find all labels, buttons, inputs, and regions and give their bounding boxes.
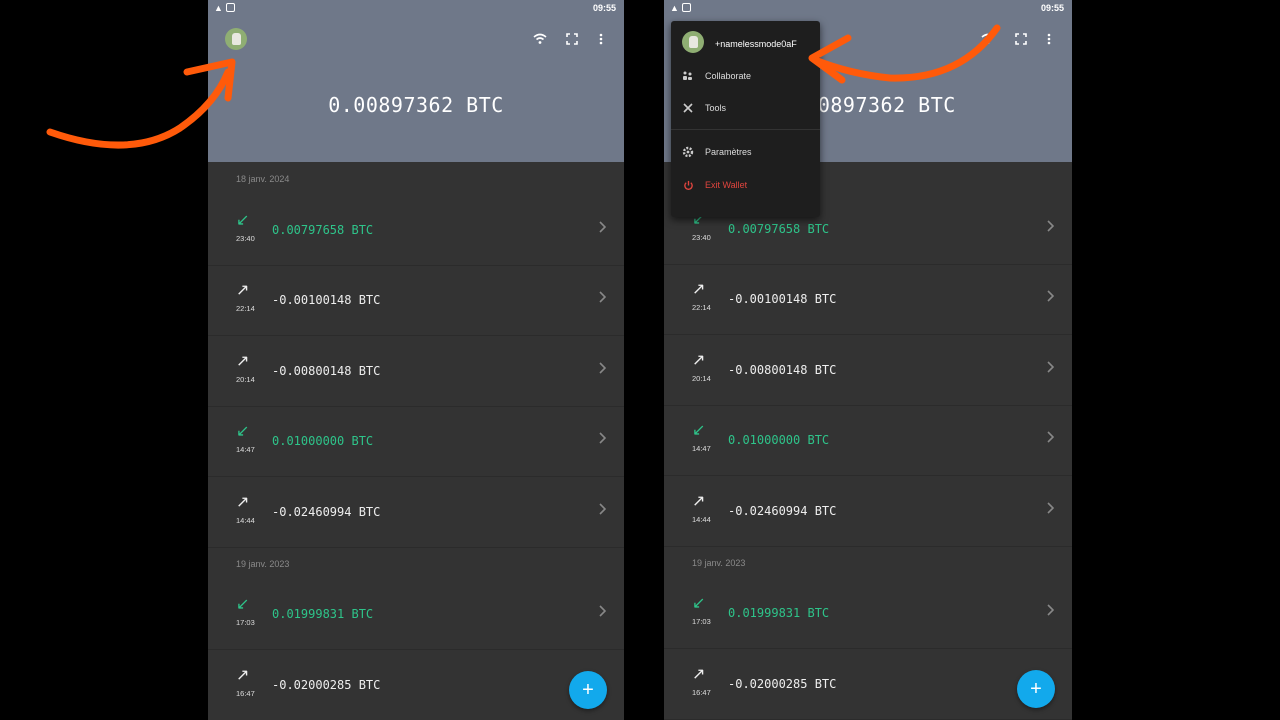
annotation-arrows <box>46 24 1001 149</box>
annotation-arrow-right <box>811 24 1001 82</box>
annotation-arrowhead-right <box>808 34 852 84</box>
annotation-arrow-left <box>46 68 232 149</box>
